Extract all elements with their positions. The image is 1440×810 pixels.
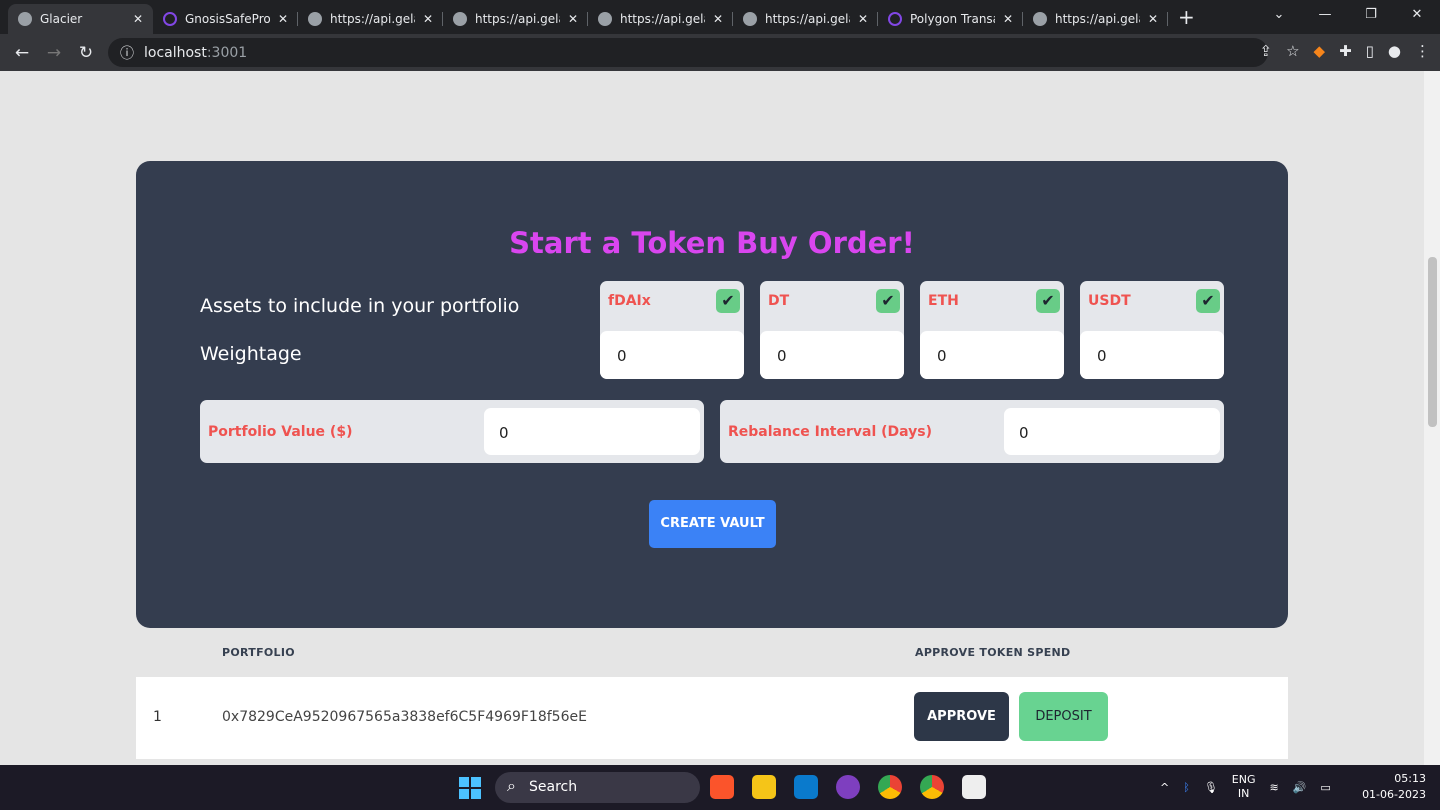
tor-icon[interactable] bbox=[836, 775, 860, 799]
tab[interactable]: https://api.gelato✕ bbox=[298, 4, 443, 34]
create-vault-button[interactable]: CREATE VAULT bbox=[649, 500, 776, 548]
approve-header: APPROVE TOKEN SPEND bbox=[915, 646, 1071, 659]
chrome-icon[interactable] bbox=[920, 775, 944, 799]
table-row: 1 0x7829CeA9520967565a3838ef6C5F4969F18f… bbox=[136, 677, 1288, 759]
star-icon[interactable]: ☆ bbox=[1286, 42, 1299, 60]
close-icon[interactable]: ✕ bbox=[278, 12, 288, 26]
address-bar[interactable]: ⓘ localhost:3001 bbox=[108, 38, 1268, 67]
rebalance-interval-field: Rebalance Interval (Days) 0 bbox=[720, 400, 1224, 463]
tab[interactable]: GnosisSafeProxy✕ bbox=[153, 4, 298, 34]
forward-icon[interactable]: → bbox=[38, 43, 70, 63]
metamask-icon[interactable]: ◆ bbox=[1314, 42, 1326, 60]
close-icon[interactable]: ✕ bbox=[423, 12, 433, 26]
tab[interactable]: https://api.gelato✕ bbox=[443, 4, 588, 34]
info-icon: ⓘ bbox=[120, 45, 134, 62]
globe-icon bbox=[453, 12, 467, 26]
asset-usdt: USDT ✔ 0 bbox=[1080, 281, 1224, 379]
chevron-up-icon[interactable]: ^ bbox=[1160, 781, 1169, 794]
taskbar: Search ^ ᛒ 🎙 ENGIN ≋ 🔊 ▭ 05:1301-06-2023 bbox=[0, 765, 1440, 810]
polygon-icon bbox=[163, 12, 177, 26]
page: Start a Token Buy Order! Assets to inclu… bbox=[0, 71, 1424, 765]
portfolio-value-field: Portfolio Value ($) 0 bbox=[200, 400, 704, 463]
microphone-icon[interactable]: 🎙 bbox=[1204, 781, 1218, 794]
asset-fdaix: fDAIx ✔ 0 bbox=[600, 281, 744, 379]
asset-eth: ETH ✔ 0 bbox=[920, 281, 1064, 379]
weightage-label: Weightage bbox=[200, 343, 302, 365]
checkbox-checked-icon[interactable]: ✔ bbox=[716, 289, 740, 313]
language-indicator[interactable]: ENG IN bbox=[1232, 773, 1256, 801]
close-window-button[interactable]: ✕ bbox=[1394, 0, 1440, 30]
window-controls: ⌄ — ❐ ✕ bbox=[1256, 0, 1440, 30]
close-icon[interactable]: ✕ bbox=[133, 12, 143, 26]
weight-input[interactable]: 0 bbox=[1080, 331, 1224, 379]
weight-input[interactable]: 0 bbox=[760, 331, 904, 379]
file-explorer-icon[interactable] bbox=[752, 775, 776, 799]
portfolio-address: 0x7829CeA9520967565a3838ef6C5F4969F18f56… bbox=[222, 709, 587, 725]
deposit-button[interactable]: DEPOSIT bbox=[1019, 692, 1108, 741]
portfolio-header: PORTFOLIO bbox=[222, 646, 295, 659]
assets-label: Assets to include in your portfolio bbox=[200, 295, 520, 317]
wifi-icon[interactable]: ≋ bbox=[1270, 781, 1279, 794]
maximize-button[interactable]: ❐ bbox=[1348, 0, 1394, 30]
new-tab-button[interactable]: + bbox=[1178, 5, 1195, 29]
page-title: Start a Token Buy Order! bbox=[509, 226, 915, 260]
close-icon[interactable]: ✕ bbox=[1148, 12, 1158, 26]
close-icon[interactable]: ✕ bbox=[1003, 12, 1013, 26]
tab-glacier[interactable]: Glacier ✕ bbox=[8, 4, 153, 34]
menu-icon[interactable]: ⋮ bbox=[1415, 42, 1430, 60]
back-icon[interactable]: ← bbox=[6, 43, 38, 63]
checkbox-checked-icon[interactable]: ✔ bbox=[1036, 289, 1060, 313]
checkbox-checked-icon[interactable]: ✔ bbox=[876, 289, 900, 313]
polygon-icon bbox=[888, 12, 902, 26]
globe-icon bbox=[743, 12, 757, 26]
bluetooth-icon[interactable]: ᛒ bbox=[1183, 781, 1190, 794]
chrome-icon[interactable] bbox=[878, 775, 902, 799]
avatar[interactable]: ● bbox=[1388, 42, 1401, 60]
minimize-button[interactable]: — bbox=[1302, 0, 1348, 30]
clock[interactable]: 05:13 01-06-2023 bbox=[1362, 771, 1426, 803]
share-icon[interactable]: ⇪ bbox=[1259, 42, 1272, 60]
tab[interactable]: Polygon Transact✕ bbox=[878, 4, 1023, 34]
extensions-icon[interactable]: ✚ bbox=[1339, 42, 1352, 60]
snipping-tool-icon[interactable] bbox=[962, 775, 986, 799]
volume-icon[interactable]: 🔊 bbox=[1293, 781, 1307, 794]
globe-icon bbox=[598, 12, 612, 26]
scrollbar[interactable] bbox=[1424, 71, 1440, 765]
tab[interactable]: https://api.gelato✕ bbox=[588, 4, 733, 34]
tab[interactable]: https://api.gelato✕ bbox=[1023, 4, 1168, 34]
tab-search-icon[interactable]: ⌄ bbox=[1256, 0, 1302, 30]
checkbox-checked-icon[interactable]: ✔ bbox=[1196, 289, 1220, 313]
weight-input[interactable]: 0 bbox=[920, 331, 1064, 379]
globe-icon bbox=[1033, 12, 1047, 26]
scrollbar-thumb[interactable] bbox=[1428, 257, 1437, 427]
reload-icon[interactable]: ↻ bbox=[70, 43, 102, 63]
close-icon[interactable]: ✕ bbox=[568, 12, 578, 26]
order-form-card: Start a Token Buy Order! Assets to inclu… bbox=[136, 161, 1288, 628]
globe-icon bbox=[18, 12, 32, 26]
rebalance-interval-input[interactable]: 0 bbox=[1004, 408, 1220, 455]
portfolio-value-input[interactable]: 0 bbox=[484, 408, 700, 455]
battery-icon[interactable]: ▭ bbox=[1320, 781, 1330, 794]
browser-toolbar: ← → ↻ ⓘ localhost:3001 ⇪ ☆ ◆ ✚ ▯ ● ⋮ bbox=[0, 34, 1440, 71]
tab[interactable]: https://api.gelato✕ bbox=[733, 4, 878, 34]
vscode-icon[interactable] bbox=[794, 775, 818, 799]
asset-dt: DT ✔ 0 bbox=[760, 281, 904, 379]
close-icon[interactable]: ✕ bbox=[858, 12, 868, 26]
brave-icon[interactable] bbox=[710, 775, 734, 799]
weight-input[interactable]: 0 bbox=[600, 331, 744, 379]
globe-icon bbox=[308, 12, 322, 26]
windows-start-icon[interactable] bbox=[459, 777, 481, 799]
approve-button[interactable]: APPROVE bbox=[914, 692, 1009, 741]
sidebar-icon[interactable]: ▯ bbox=[1366, 42, 1374, 60]
tab-strip: Glacier✕ GnosisSafeProxy✕ https://api.ge… bbox=[0, 0, 1440, 34]
close-icon[interactable]: ✕ bbox=[713, 12, 723, 26]
taskbar-search[interactable]: Search bbox=[495, 772, 700, 803]
